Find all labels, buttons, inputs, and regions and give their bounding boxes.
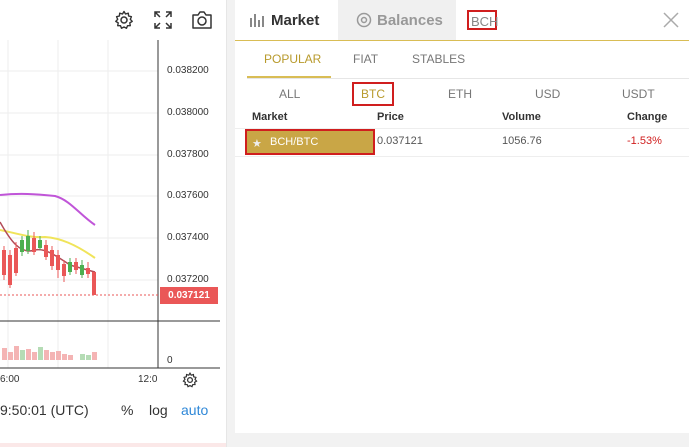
category-tabs: POPULAR FIAT STABLES — [247, 40, 689, 79]
axis-settings-gear-icon[interactable] — [176, 366, 204, 394]
bottom-strip — [0, 443, 226, 447]
chart-panel: 0.038200 0.038000 0.037800 0.037600 0.03… — [0, 0, 227, 447]
percent-scale-button[interactable]: % — [121, 402, 133, 418]
market-cell[interactable]: ★ BCH/BTC — [245, 129, 375, 155]
log-scale-button[interactable]: log — [149, 402, 168, 418]
quote-market-tabs: ALL BTC ETH USD USDT — [235, 82, 689, 106]
price-axis-label: 0.037600 — [167, 190, 209, 201]
column-header[interactable]: Market — [252, 111, 287, 123]
tab-balances[interactable]: Balances — [338, 0, 456, 40]
active-subtab-underline — [247, 76, 331, 78]
search-input[interactable]: BCH — [467, 10, 498, 30]
price-cell: 0.037121 — [377, 135, 423, 147]
change-cell: -1.53% — [627, 135, 662, 147]
subtab-fiat[interactable]: FIAT — [353, 52, 378, 66]
market-tab-eth[interactable]: ETH — [448, 87, 472, 101]
price-axis-label: 0.037800 — [167, 149, 209, 160]
price-axis-label: 0.037400 — [167, 232, 209, 243]
table-header: Market Price Volume Change — [235, 108, 689, 129]
market-tab-usdt[interactable]: USDT — [622, 87, 655, 101]
market-panel: Market Balances BCH POPULAR FIAT STABLES… — [235, 0, 689, 433]
close-icon[interactable] — [661, 10, 681, 30]
market-tab-all[interactable]: ALL — [279, 87, 300, 101]
market-tab-btc[interactable]: BTC — [352, 82, 394, 106]
chart-bottom-bar: 9:50:01 (UTC) % log auto — [0, 394, 226, 424]
price-axis-label: 0.037200 — [167, 274, 209, 285]
tab-balances-label: Balances — [377, 11, 443, 29]
auto-scale-button[interactable]: auto — [181, 402, 208, 418]
current-price-tag: 0.037121 — [160, 287, 218, 304]
candles — [2, 230, 96, 295]
coin-icon — [356, 12, 372, 28]
market-tab-usd[interactable]: USD — [535, 87, 560, 101]
tab-market-label: Market — [271, 11, 320, 29]
market-pair: BCH/BTC — [270, 136, 319, 148]
column-header[interactable]: Price — [377, 111, 404, 123]
utc-clock: 9:50:01 (UTC) — [0, 402, 89, 418]
column-header[interactable]: Change — [627, 111, 667, 123]
volume-zero-label: 0 — [167, 355, 173, 366]
table-row[interactable]: ★ BCH/BTC 0.037121 1056.76 -1.53% — [235, 128, 689, 157]
price-axis-label: 0.038200 — [167, 65, 209, 76]
tab-market[interactable]: Market — [235, 0, 338, 40]
panel-tabs: Market Balances BCH — [235, 0, 689, 41]
bar-chart-icon — [250, 14, 264, 27]
subtab-popular[interactable]: POPULAR — [264, 52, 321, 66]
subtab-stables[interactable]: STABLES — [412, 52, 465, 66]
star-icon[interactable]: ★ — [252, 137, 262, 150]
column-header[interactable]: Volume — [502, 111, 541, 123]
time-axis-label: 12:0 — [138, 374, 158, 385]
price-axis-label: 0.038000 — [167, 107, 209, 118]
time-axis-label: 6:00 — [0, 374, 20, 385]
volume-cell: 1056.76 — [502, 135, 542, 147]
volume-bars — [2, 346, 97, 360]
